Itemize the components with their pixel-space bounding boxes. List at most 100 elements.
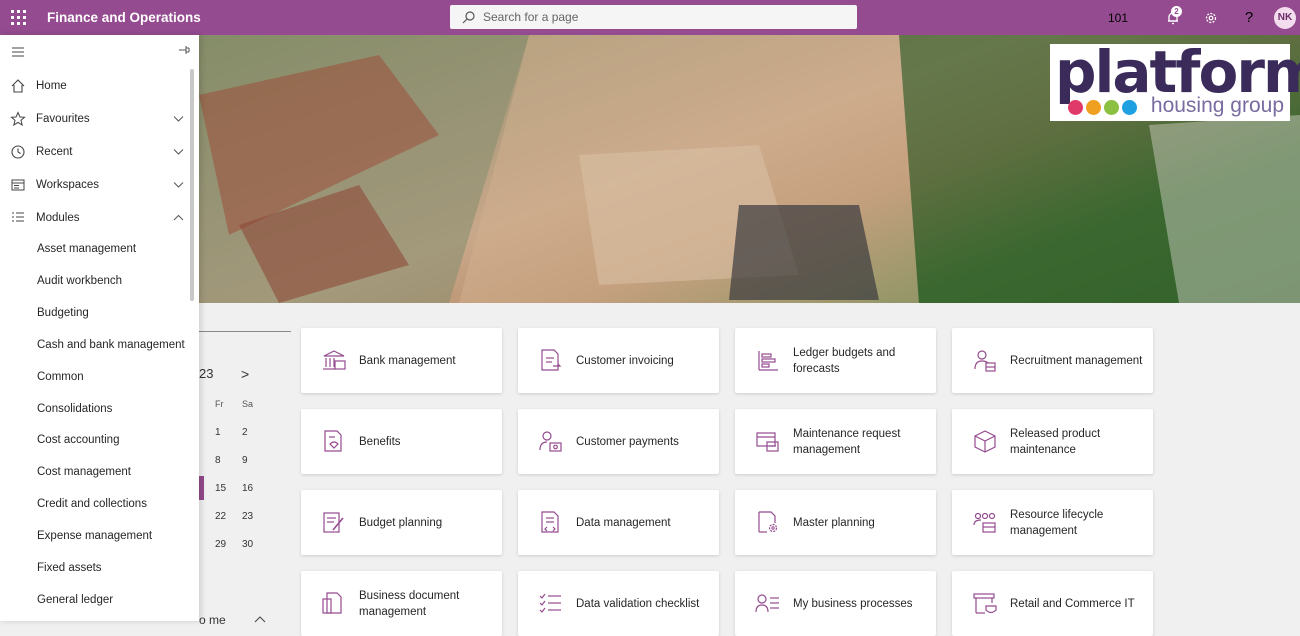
calendar-month-fragment: 23 [199, 366, 214, 381]
tile-retail-and-commerce-it[interactable]: Retail and Commerce IT [952, 571, 1153, 636]
chevron-up-icon[interactable] [173, 214, 184, 222]
sidebar-item-recent[interactable]: Recent [0, 141, 192, 163]
calendar-day[interactable]: 29 [215, 539, 226, 550]
document-icon [322, 591, 342, 614]
search-box[interactable]: Search for a page [450, 5, 857, 29]
module-link[interactable]: Fixed assets [37, 562, 102, 574]
master-planning-icon [758, 510, 778, 533]
tile-label: Bank management [359, 354, 456, 367]
processes-icon [755, 593, 779, 612]
calendar-day[interactable]: 16 [242, 483, 253, 494]
data-management-icon [541, 510, 559, 533]
calendar-selected-week-marker [199, 476, 204, 500]
maintenance-icon [756, 431, 779, 452]
star-icon [10, 111, 26, 127]
module-link[interactable]: Consolidations [37, 403, 112, 415]
tile-master-planning[interactable]: Master planning [735, 490, 936, 555]
tile-label: Released product maintenance [1010, 427, 1101, 456]
tile-resource-lifecycle-management[interactable]: Resource lifecycle management [952, 490, 1153, 555]
app-title[interactable]: Finance and Operations [47, 10, 201, 25]
calendar-day[interactable]: 23 [242, 511, 253, 522]
tile-released-product-maintenance[interactable]: Released product maintenance [952, 409, 1153, 474]
module-link[interactable]: General ledger [37, 594, 113, 606]
product-box-icon [974, 429, 996, 453]
module-link[interactable]: Cost management [37, 466, 131, 478]
recruitment-icon [974, 349, 996, 372]
app-launcher-button[interactable] [0, 0, 36, 35]
help-button[interactable]: ? [1230, 0, 1268, 35]
tile-label: Customer payments [576, 435, 679, 448]
list-icon [12, 212, 24, 222]
sidebar-item-workspaces[interactable]: Workspaces [0, 174, 192, 196]
calendar-day[interactable]: 30 [242, 539, 253, 550]
company-picker[interactable]: 101 [1108, 11, 1128, 25]
module-link[interactable]: Common [37, 371, 84, 383]
navigation-pane: Home Favourites Recent Workspaces Modules As… [0, 35, 199, 621]
chevron-up-icon[interactable] [254, 615, 266, 623]
module-link[interactable]: Budgeting [37, 307, 89, 319]
hamburger-icon [12, 47, 24, 57]
module-link[interactable]: Cash and bank management [37, 339, 185, 351]
calendar-next-button[interactable]: > [241, 366, 249, 382]
logo-dot [1122, 100, 1137, 115]
calendar-widget: 23 > Fr Sa 1 2 8 9 15 16 22 23 29 30 o me [199, 303, 294, 627]
module-link[interactable]: Expense management [37, 530, 152, 542]
tile-label: Ledger budgets and forecasts [793, 346, 896, 375]
tile-data-validation-checklist[interactable]: Data validation checklist [518, 571, 719, 636]
logo-dot [1086, 100, 1101, 115]
calendar-divider [199, 331, 291, 332]
workspace-icon [11, 179, 25, 191]
dashboard-banner-image: platform housing group [199, 35, 1300, 303]
payments-icon [539, 430, 562, 452]
tile-customer-payments[interactable]: Customer payments [518, 409, 719, 474]
calendar-day[interactable]: 15 [215, 483, 226, 494]
tile-benefits[interactable]: Benefits [301, 409, 502, 474]
calendar-day[interactable]: 22 [215, 511, 226, 522]
tile-maintenance-request-management[interactable]: Maintenance request management [735, 409, 936, 474]
chevron-down-icon[interactable] [173, 115, 184, 123]
module-link[interactable]: Credit and collections [37, 498, 147, 510]
sidebar-item-home[interactable]: Home [0, 75, 192, 97]
notifications-button[interactable]: 2 [1154, 0, 1192, 35]
hamburger-button[interactable] [0, 43, 192, 61]
calendar-day-header: Fr [215, 399, 224, 409]
sidebar-scrollbar[interactable] [190, 69, 194, 301]
sidebar-item-label: Home [36, 80, 67, 92]
tile-customer-invoicing[interactable]: Customer invoicing [518, 328, 719, 393]
sidebar-item-favourites[interactable]: Favourites [0, 108, 192, 130]
tile-label: Business document management [359, 589, 460, 618]
checklist-icon [539, 593, 561, 613]
retail-icon [973, 592, 997, 614]
search-icon [462, 10, 475, 23]
tile-business-document-management[interactable]: Business document management [301, 571, 502, 636]
platform-housing-logo: platform housing group [1050, 41, 1300, 121]
chevron-down-icon[interactable] [173, 181, 184, 189]
calendar-day[interactable]: 2 [242, 427, 248, 438]
tile-ledger-budgets-and-forecasts[interactable]: Ledger budgets and forecasts [735, 328, 936, 393]
module-link[interactable]: Cost accounting [37, 434, 119, 446]
pin-icon[interactable] [178, 45, 191, 55]
gear-icon [1205, 12, 1217, 23]
sidebar-item-label: Recent [36, 146, 73, 158]
calendar-day[interactable]: 8 [215, 455, 221, 466]
module-link[interactable]: Asset management [37, 243, 136, 255]
notification-badge: 2 [1171, 6, 1182, 17]
chevron-down-icon[interactable] [173, 148, 184, 156]
calendar-bottom-fragment: o me [199, 613, 226, 627]
tile-my-business-processes[interactable]: My business processes [735, 571, 936, 636]
tile-label: Budget planning [359, 516, 443, 529]
tile-bank-management[interactable]: Bank management [301, 328, 502, 393]
sidebar-item-modules[interactable]: Modules [0, 207, 192, 229]
module-link[interactable]: Audit workbench [37, 275, 122, 287]
benefits-icon [324, 429, 342, 452]
user-avatar[interactable]: NK [1274, 6, 1296, 29]
tile-budget-planning[interactable]: Budget planning [301, 490, 502, 555]
tile-recruitment-management[interactable]: Recruitment management [952, 328, 1153, 393]
tile-label: Recruitment management [1010, 354, 1143, 367]
settings-button[interactable] [1192, 0, 1230, 35]
calendar-day[interactable]: 9 [242, 455, 248, 466]
tile-data-management[interactable]: Data management [518, 490, 719, 555]
bank-icon [323, 349, 346, 370]
calendar-day[interactable]: 1 [215, 427, 221, 438]
tile-label: Resource lifecycle management [1010, 508, 1104, 537]
